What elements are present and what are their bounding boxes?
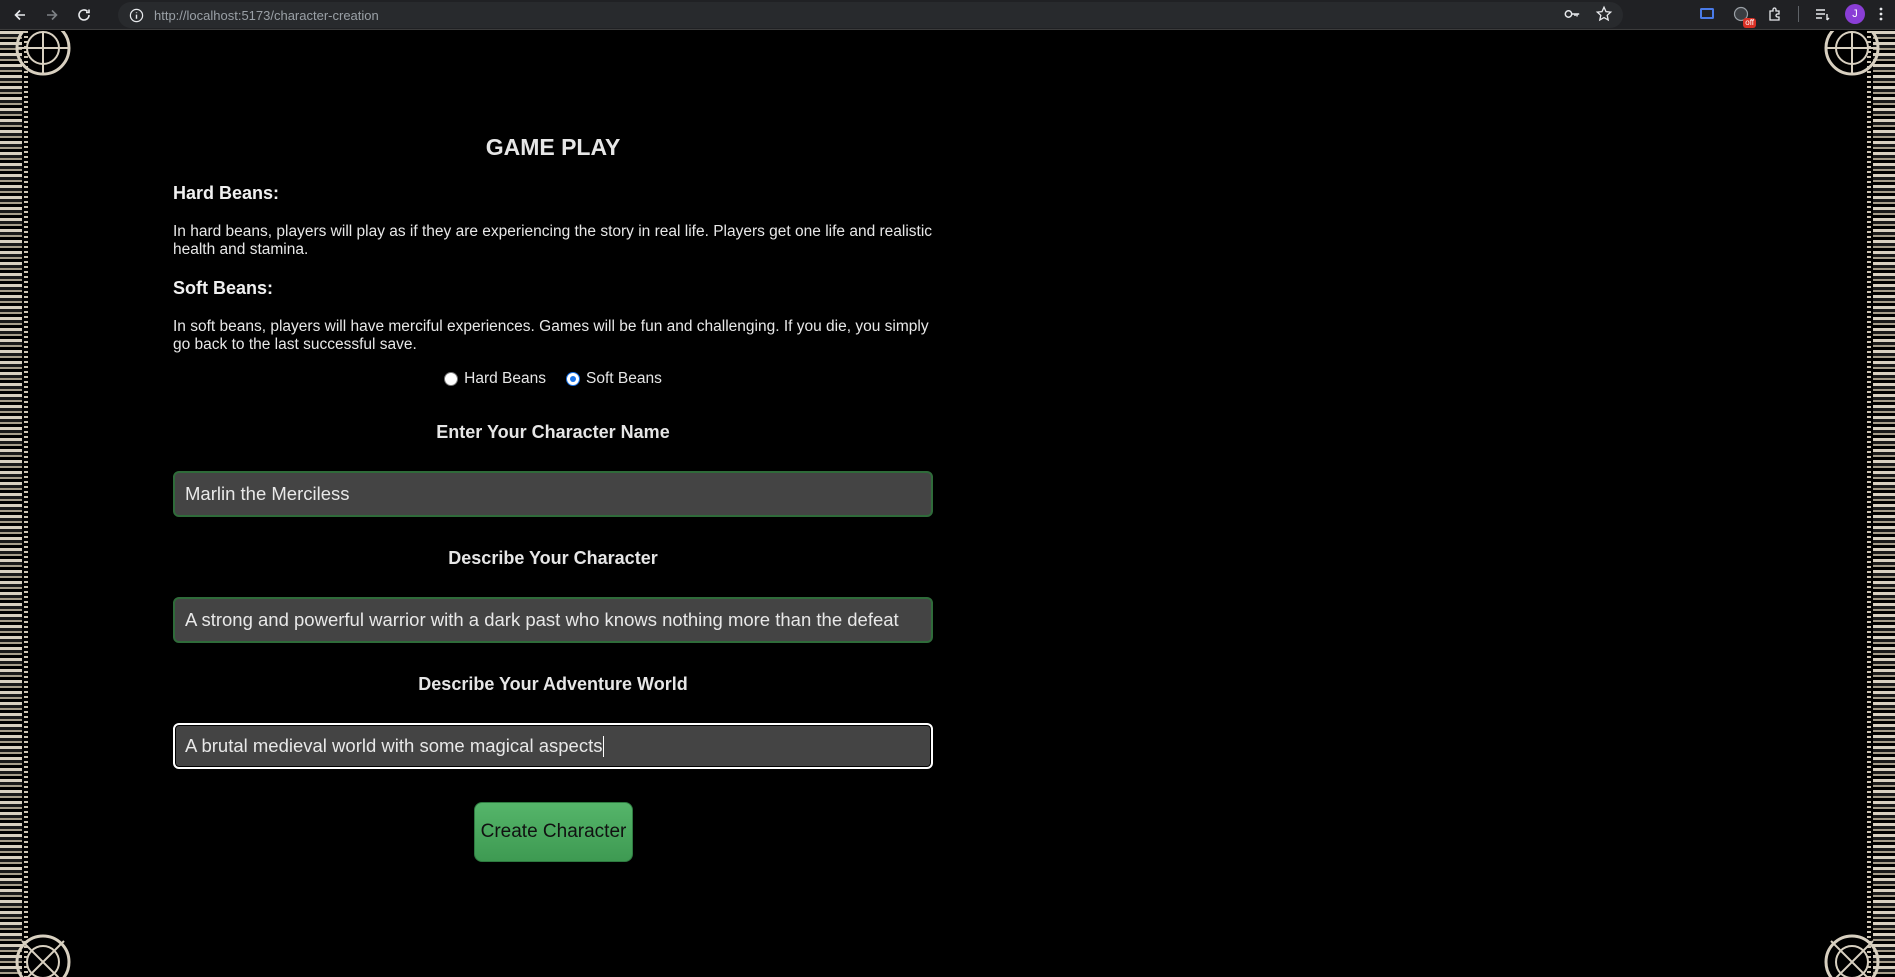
arrow-right-icon	[47, 9, 58, 20]
hard-beans-description: In hard beans, players will play as if t…	[173, 223, 933, 258]
page-viewport: GAME PLAY Hard Beans: In hard beans, pla…	[0, 31, 1895, 977]
radio-label-soft-beans[interactable]: Soft Beans	[586, 370, 662, 388]
menu-kebab-icon[interactable]	[1877, 3, 1885, 25]
reload-icon	[78, 8, 90, 21]
reload-button[interactable]	[72, 3, 96, 27]
extensions-puzzle-icon[interactable]	[1764, 3, 1786, 25]
radio-option-soft-beans[interactable]: Soft Beans	[566, 370, 662, 388]
character-description-label: Describe Your Character	[448, 548, 658, 568]
url-host: http://localhost	[154, 7, 238, 23]
url-path: :5173/character-creation	[237, 7, 379, 23]
radio-option-hard-beans[interactable]: Hard Beans	[444, 370, 546, 388]
difficulty-radio-group: Hard Beans Soft Beans	[173, 370, 933, 388]
toolbar-divider	[1798, 6, 1799, 22]
corner-ornament-bottom-left	[8, 927, 78, 977]
text-caret	[603, 735, 605, 757]
corner-ornament-bottom-right	[1817, 927, 1887, 977]
extension-off-icon[interactable]: off	[1730, 3, 1756, 28]
character-description-value: A strong and powerful warrior with a dar…	[185, 609, 899, 630]
key-icon[interactable]	[1563, 5, 1581, 23]
world-description-value: A brutal medieval world with some magica…	[185, 735, 603, 756]
extension-cast-icon[interactable]	[1696, 3, 1718, 25]
site-info-icon[interactable]	[126, 5, 146, 25]
character-name-label: Enter Your Character Name	[436, 422, 670, 442]
reading-list-icon[interactable]	[1811, 3, 1833, 25]
radio-label-hard-beans[interactable]: Hard Beans	[464, 370, 546, 388]
ornate-border-right-inner	[1867, 31, 1871, 977]
world-description-label: Describe Your Adventure World	[418, 674, 688, 694]
star-icon[interactable]	[1595, 5, 1613, 23]
corner-ornament-top-left	[8, 31, 78, 83]
page-title: GAME PLAY	[485, 134, 621, 160]
soft-beans-heading: Soft Beans:	[173, 278, 274, 298]
browser-toolbar: http://localhost:5173/character-creation…	[0, 0, 1895, 30]
extension-badge: off	[1743, 18, 1756, 28]
hard-beans-heading: Hard Beans:	[173, 183, 280, 203]
forward-button[interactable]	[40, 3, 64, 27]
address-bar[interactable]: http://localhost:5173/character-creation	[118, 2, 1623, 28]
character-name-value: Marlin the Merciless	[185, 483, 350, 504]
arrow-left-icon	[14, 9, 25, 20]
ornate-border-left-inner	[24, 31, 28, 977]
ornate-border-left	[0, 31, 22, 977]
create-character-button[interactable]: Create Character	[474, 802, 633, 862]
soft-beans-description: In soft beans, players will have mercifu…	[173, 318, 929, 353]
ornate-border-right	[1873, 31, 1895, 977]
profile-avatar[interactable]: J	[1845, 4, 1865, 24]
radio-hard-beans[interactable]	[444, 372, 459, 386]
back-button[interactable]	[8, 3, 32, 27]
radio-soft-beans[interactable]	[566, 372, 581, 386]
corner-ornament-top-right	[1817, 31, 1887, 83]
character-description-input[interactable]: A strong and powerful warrior with a dar…	[173, 597, 933, 643]
character-name-input[interactable]: Marlin the Merciless	[173, 471, 933, 517]
world-description-input[interactable]: A brutal medieval world with some magica…	[173, 723, 933, 769]
url-text: http://localhost:5173/character-creation	[154, 8, 379, 23]
